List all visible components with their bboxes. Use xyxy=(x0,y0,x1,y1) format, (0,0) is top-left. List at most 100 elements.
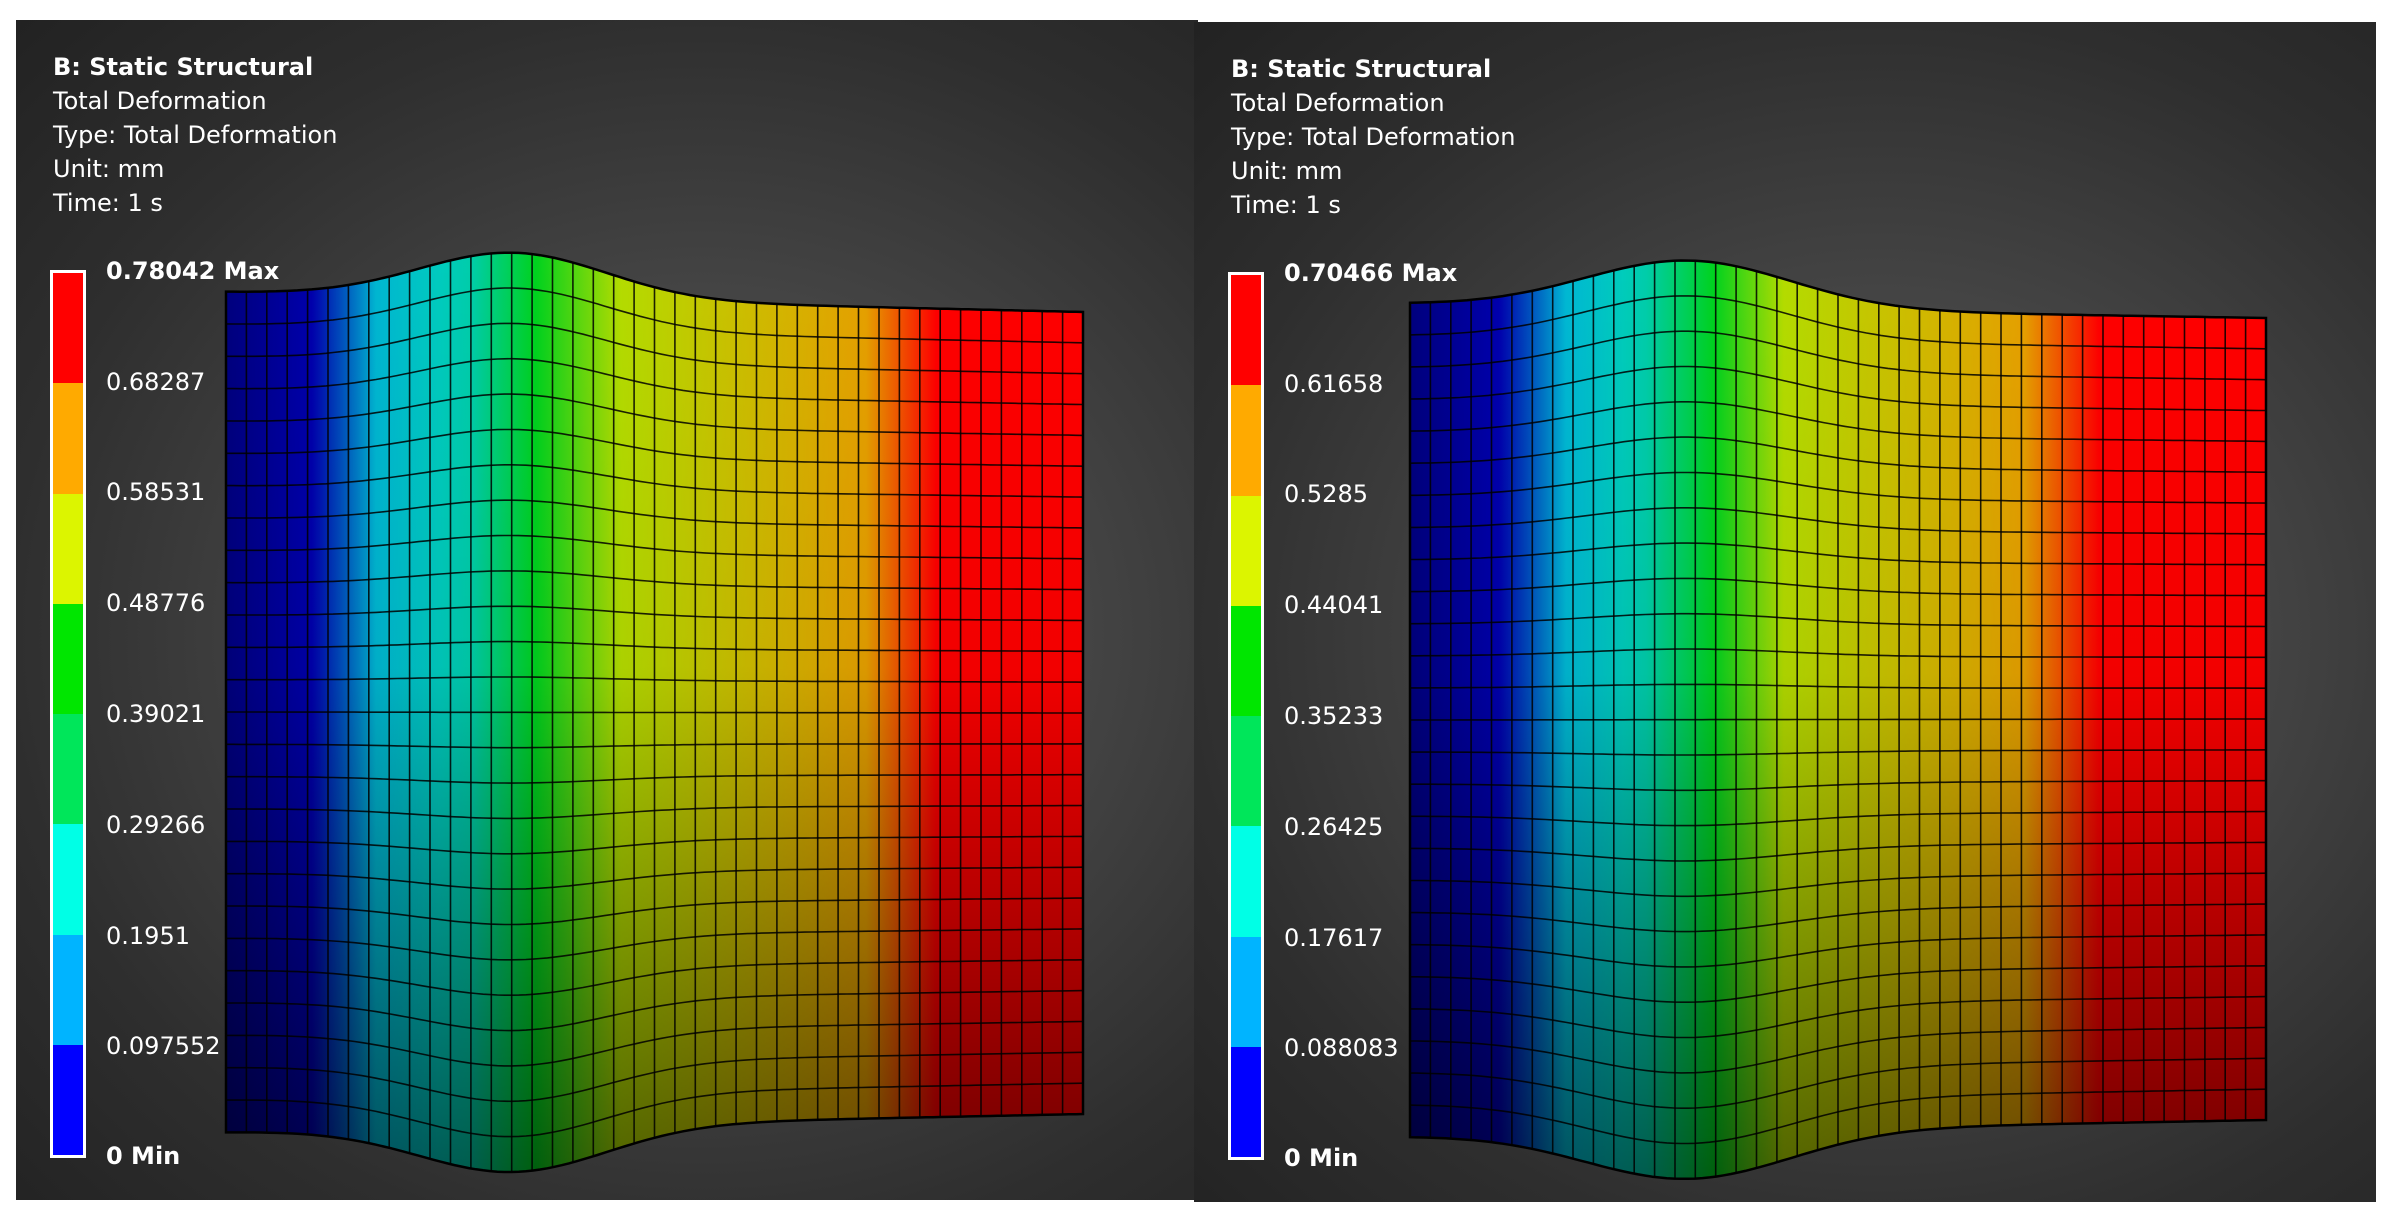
legend-max-label: 0.78042 Max xyxy=(106,257,280,285)
legend-band xyxy=(53,934,83,1045)
color-legend-bar[interactable] xyxy=(1228,272,1264,1160)
legend-min-label: 0 Min xyxy=(1284,1144,1359,1172)
mesh-line xyxy=(1410,1057,2267,1109)
legend-tick-label: 0.58531 xyxy=(106,478,206,506)
legend-band xyxy=(1231,826,1261,937)
mesh-line xyxy=(226,1082,1084,1138)
legend-band xyxy=(1231,605,1261,716)
legend-band xyxy=(53,714,83,825)
result-viewport-left[interactable]: B: Static Structural Total Deformation T… xyxy=(16,20,1198,1200)
legend-tick-label: 0.088083 xyxy=(1284,1034,1399,1062)
legend-band xyxy=(1231,495,1261,606)
legend-band xyxy=(1231,716,1261,827)
mesh-body xyxy=(1410,260,2266,1179)
legend-band xyxy=(1231,936,1261,1047)
result-name: Total Deformation xyxy=(53,87,267,115)
mesh-line xyxy=(1410,903,2266,933)
mesh-line xyxy=(1409,1088,2267,1145)
mesh-body xyxy=(226,252,1083,1172)
legend-max-label: 0.70466 Max xyxy=(1284,259,1458,287)
mesh-line xyxy=(226,357,1084,406)
result-viewport-right[interactable]: B: Static Structural Total Deformation T… xyxy=(1194,22,2376,1202)
mesh-line xyxy=(226,640,1083,653)
mesh-shading xyxy=(1410,260,2266,1179)
mesh-line xyxy=(1410,577,2266,597)
color-legend-bar[interactable] xyxy=(50,270,86,1158)
mesh-shading xyxy=(226,252,1083,1172)
result-annotation: B: Static Structural Total Deformation T… xyxy=(1231,52,1515,222)
legend-tick-label: 0.5285 xyxy=(1284,480,1368,508)
mesh-line xyxy=(226,959,1084,996)
legend-tick-label: 0.61658 xyxy=(1284,370,1384,398)
mesh-shading xyxy=(1410,260,2266,1179)
legend-tick-label: 0.44041 xyxy=(1284,591,1384,619)
mesh-line xyxy=(1409,365,2266,412)
mesh-line xyxy=(226,743,1084,749)
legend-band xyxy=(1231,275,1261,386)
mesh-line xyxy=(226,835,1083,855)
legend-tick-label: 0.68287 xyxy=(106,368,206,396)
result-time: Time: 1 s xyxy=(53,189,163,217)
mesh-line xyxy=(226,866,1084,890)
mesh-line xyxy=(225,989,1084,1032)
mesh-line xyxy=(226,897,1083,926)
legend-band xyxy=(53,1044,83,1155)
result-type: Type: Total Deformation xyxy=(1231,123,1516,151)
mesh-line xyxy=(225,570,1083,591)
mesh-line xyxy=(226,534,1084,560)
mesh-line xyxy=(226,1020,1084,1067)
mesh-line xyxy=(1410,542,2267,566)
mesh-line xyxy=(225,287,1084,344)
mesh-line xyxy=(1410,965,2267,1003)
legend-band xyxy=(53,273,83,384)
legend-tick-label: 0.39021 xyxy=(106,700,206,728)
mesh-line xyxy=(226,1051,1084,1103)
legend-tick-label: 0.29266 xyxy=(106,811,206,839)
mesh-line xyxy=(226,804,1084,820)
mesh-line xyxy=(1410,810,2267,827)
mesh-line xyxy=(1409,436,2266,473)
mesh-line xyxy=(226,464,1084,498)
mesh-shading xyxy=(226,252,1083,1172)
mesh-line xyxy=(226,676,1084,683)
legend-band xyxy=(1231,385,1261,496)
mesh-line xyxy=(1410,1026,2267,1074)
mesh-line xyxy=(226,322,1084,375)
mesh-line xyxy=(1410,934,2267,968)
result-type: Type: Total Deformation xyxy=(53,121,338,149)
result-unit: Unit: mm xyxy=(53,155,165,183)
mesh-line xyxy=(1409,401,2267,443)
legend-tick-label: 0.1951 xyxy=(106,922,190,950)
mesh-line xyxy=(226,499,1084,529)
mesh-line xyxy=(1410,779,2266,792)
mesh-line xyxy=(1410,507,2266,535)
mesh-line xyxy=(226,928,1084,961)
legend-tick-label: 0.35233 xyxy=(1284,702,1384,730)
mesh-line xyxy=(226,773,1083,784)
analysis-title: B: Static Structural xyxy=(53,53,314,81)
legend-tick-label: 0.097552 xyxy=(106,1032,221,1060)
mesh-outline xyxy=(1408,259,2268,1181)
result-unit: Unit: mm xyxy=(1231,157,1343,185)
legend-min-label: 0 Min xyxy=(106,1142,181,1170)
result-name: Total Deformation xyxy=(1231,89,1445,117)
mesh-line xyxy=(1410,749,2267,756)
legend-tick-label: 0.17617 xyxy=(1284,924,1384,952)
mesh-line xyxy=(226,605,1084,622)
mesh-line xyxy=(1410,841,2266,862)
mesh-line xyxy=(1410,995,2267,1039)
legend-tick-label: 0.26425 xyxy=(1284,813,1384,841)
mesh-line xyxy=(1410,718,2266,721)
mesh-line xyxy=(226,428,1084,467)
result-annotation: B: Static Structural Total Deformation T… xyxy=(53,50,337,220)
mesh-line xyxy=(1410,612,2267,628)
mesh-line xyxy=(1409,330,2267,381)
result-time: Time: 1 s xyxy=(1231,191,1341,219)
legend-band xyxy=(53,383,83,494)
mesh-line xyxy=(1409,295,2267,350)
mesh-line xyxy=(226,711,1083,714)
mesh-line xyxy=(1410,648,2266,659)
mesh-outline xyxy=(224,251,1085,1174)
legend-band xyxy=(53,824,83,935)
mesh-line xyxy=(1410,872,2267,898)
